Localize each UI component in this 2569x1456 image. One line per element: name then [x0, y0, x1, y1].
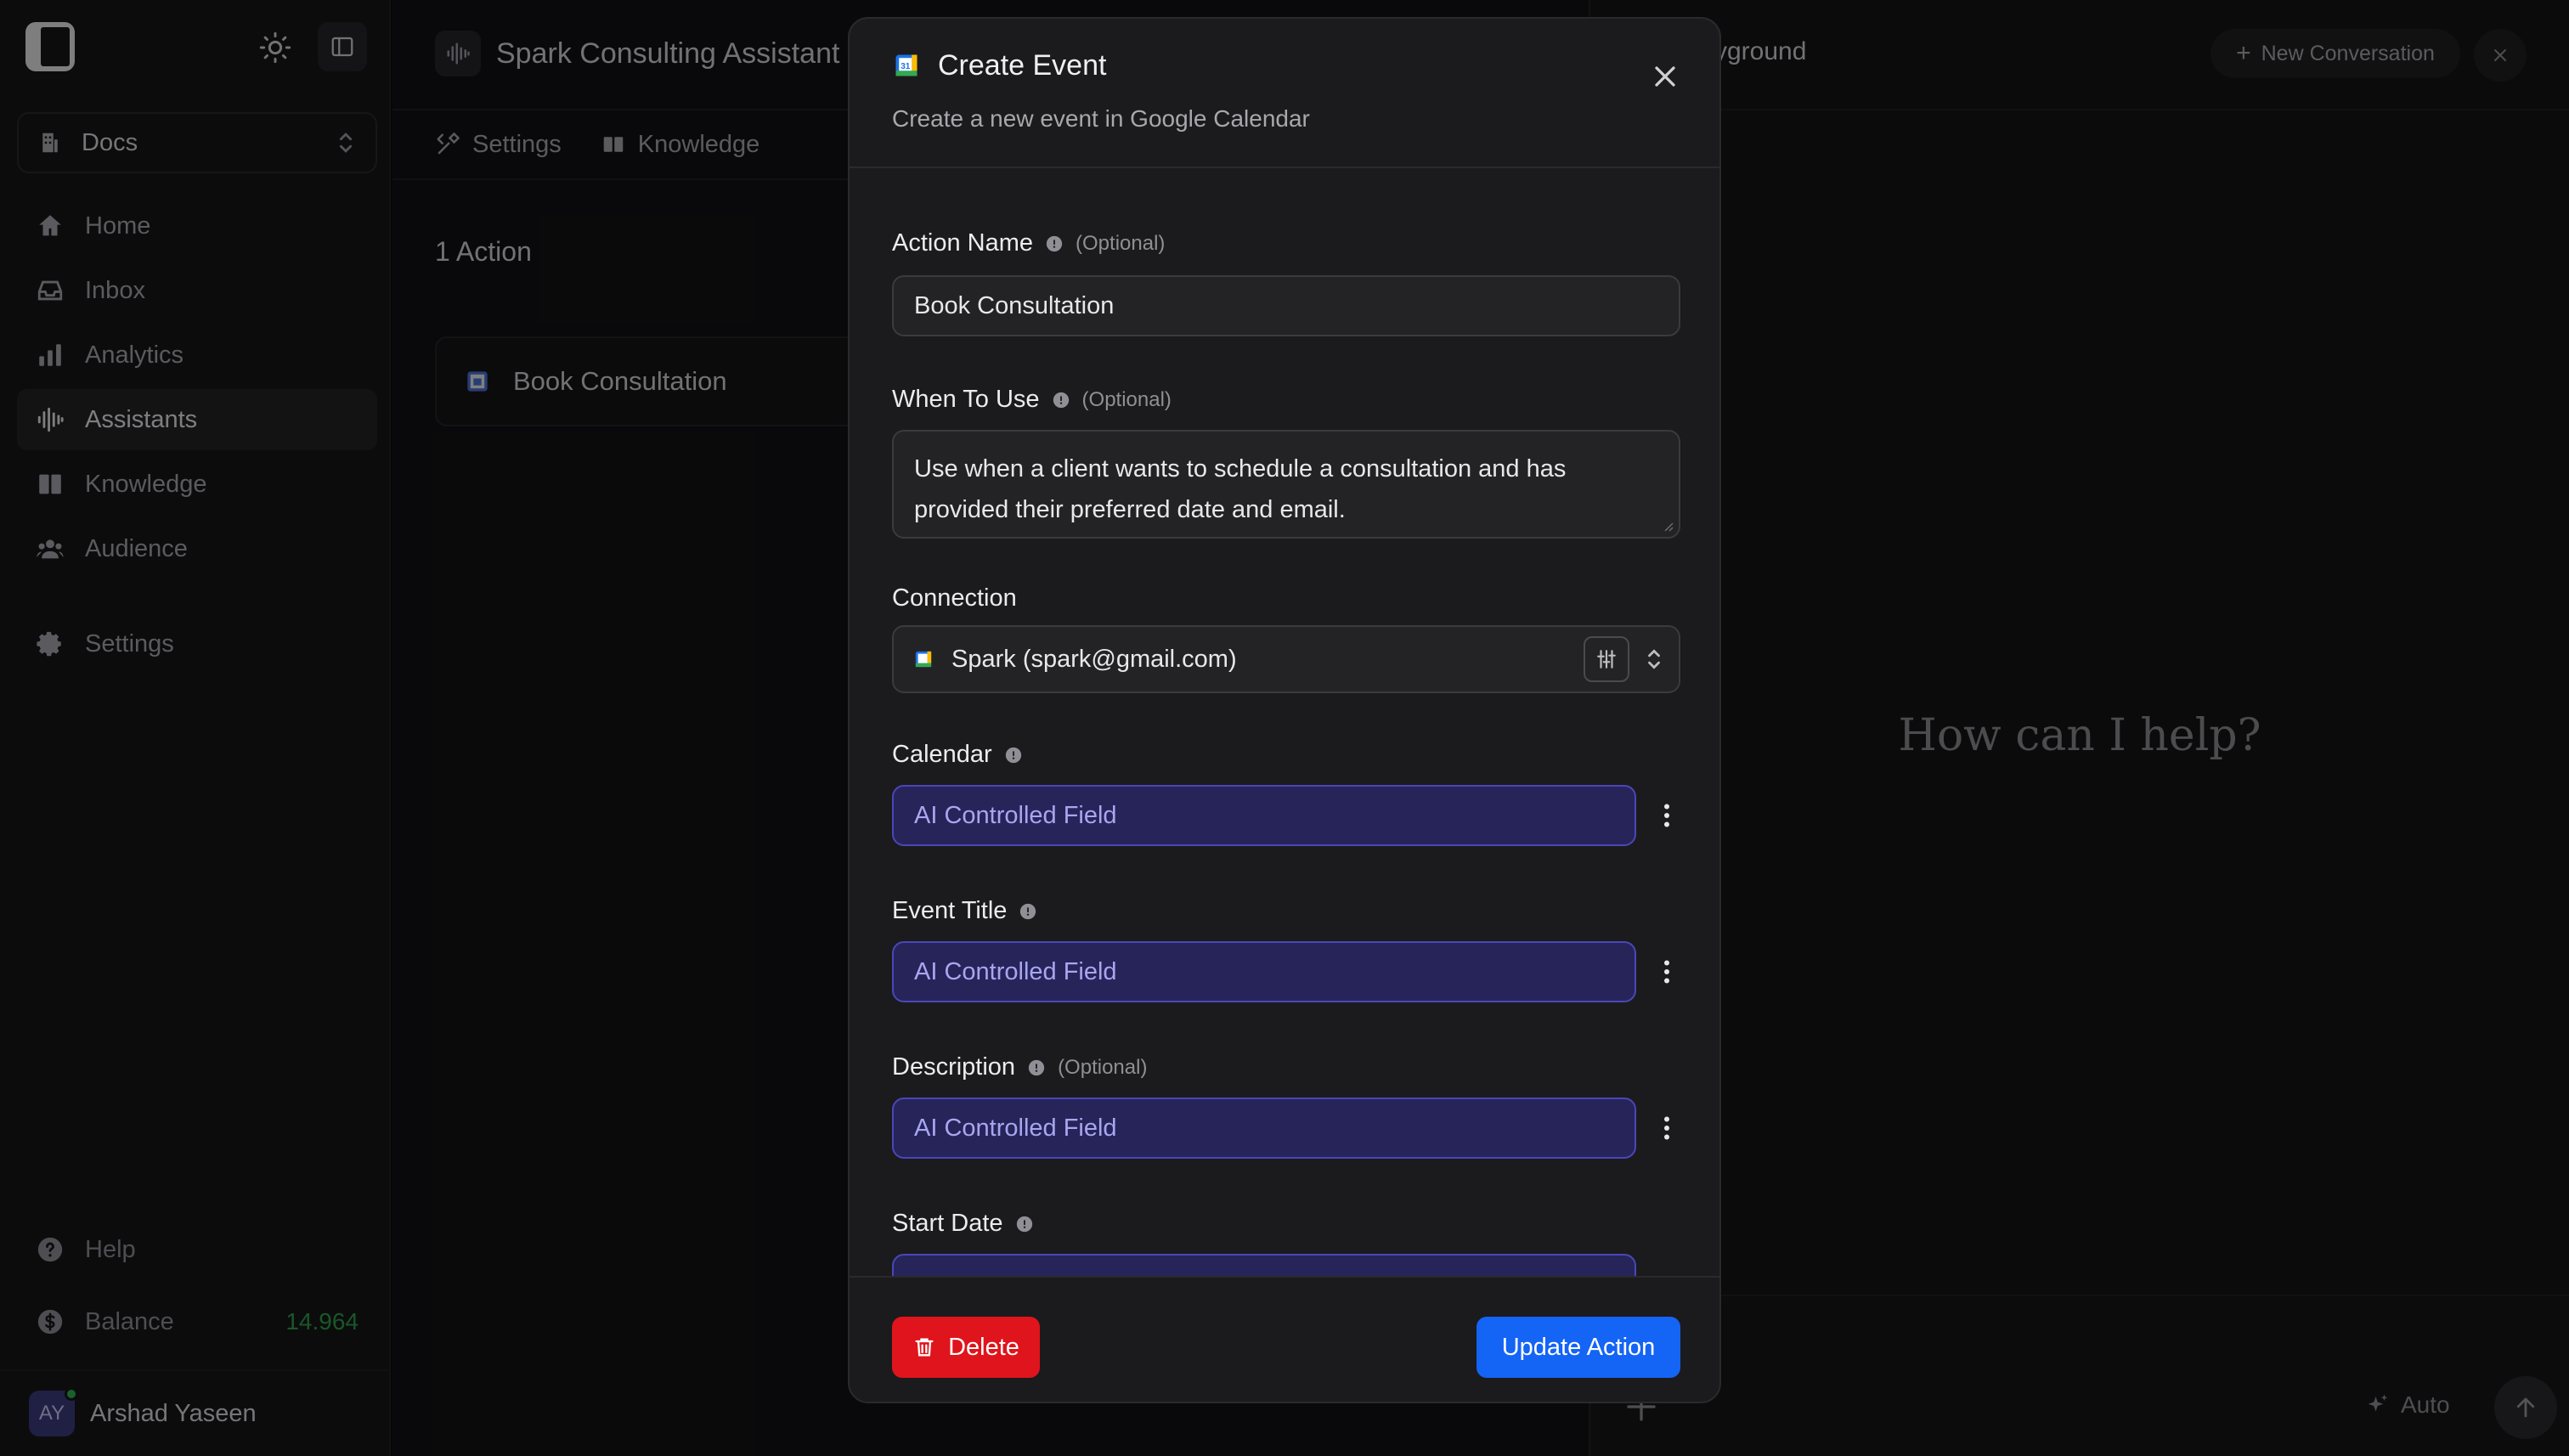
action-name-value: Book Consultation	[914, 291, 1115, 319]
event-title-ai-field[interactable]: AI Controlled Field	[892, 941, 1636, 1002]
optional-tag: (Optional)	[1081, 387, 1172, 411]
description-ai-field[interactable]: AI Controlled Field	[892, 1098, 1636, 1159]
connection-select[interactable]: Spark (spark@gmail.com)	[892, 625, 1680, 693]
when-to-use-label: When To Use (Optional)	[892, 386, 1172, 414]
google-calendar-icon	[915, 651, 932, 668]
info-icon[interactable]	[1015, 1215, 1034, 1233]
dialog-form: Action Name (Optional) Book Consultation…	[850, 170, 1719, 1276]
svg-text:31: 31	[901, 62, 911, 71]
info-icon[interactable]	[1027, 1058, 1046, 1077]
optional-tag: (Optional)	[1076, 231, 1166, 255]
more-vertical-icon[interactable]	[1652, 957, 1682, 987]
connection-value: Spark (spark@gmail.com)	[951, 645, 1237, 673]
sliders-icon	[1597, 650, 1616, 669]
calendar-ai-field[interactable]: AI Controlled Field	[892, 785, 1636, 846]
trash-icon	[915, 1338, 934, 1357]
ai-field-value: AI Controlled Field	[914, 801, 1117, 829]
action-name-input[interactable]: Book Consultation	[892, 275, 1680, 336]
description-label: Description (Optional)	[892, 1053, 1147, 1081]
info-icon[interactable]	[1045, 234, 1064, 253]
google-calendar-icon: 31	[895, 54, 918, 76]
dialog-title: Create Event	[938, 49, 1107, 82]
dialog-header: 31 Create Event Create a new event in Go…	[850, 19, 1719, 168]
when-to-use-textarea[interactable]: Use when a client wants to schedule a co…	[892, 430, 1680, 539]
event-title-label: Event Title	[892, 897, 1037, 925]
field-label-text: Action Name	[892, 229, 1034, 257]
dialog-subtitle: Create a new event in Google Calendar	[892, 105, 1310, 132]
create-event-dialog: 31 Create Event Create a new event in Go…	[848, 17, 1721, 1403]
connection-label: Connection	[892, 584, 1017, 612]
delete-button[interactable]: Delete	[892, 1317, 1040, 1378]
field-label-text: Event Title	[892, 897, 1008, 924]
close-icon[interactable]	[1648, 59, 1682, 93]
field-label-text: Connection	[892, 584, 1017, 612]
more-vertical-icon[interactable]	[1652, 1113, 1682, 1143]
field-label-text: Calendar	[892, 741, 992, 768]
action-name-label: Action Name (Optional)	[892, 229, 1165, 257]
more-vertical-icon[interactable]	[1652, 800, 1682, 831]
field-label-text: When To Use	[892, 386, 1040, 413]
start-date-label: Start Date	[892, 1210, 1034, 1238]
dialog-footer: Delete Update Action	[850, 1276, 1719, 1402]
ai-field-value: AI Controlled Field	[914, 1114, 1117, 1142]
start-date-ai-field[interactable]	[892, 1254, 1636, 1276]
chevron-up-down-icon	[1648, 649, 1660, 669]
field-label-text: Description	[892, 1053, 1016, 1081]
when-to-use-value: Use when a client wants to schedule a co…	[914, 455, 1567, 523]
info-icon[interactable]	[1004, 746, 1023, 765]
calendar-label: Calendar	[892, 741, 1023, 769]
connection-settings-button[interactable]	[1584, 636, 1629, 682]
info-icon[interactable]	[1019, 902, 1037, 921]
resize-grip-icon[interactable]	[1662, 520, 1674, 532]
update-action-label: Update Action	[1501, 1333, 1656, 1361]
update-action-button[interactable]: Update Action	[1476, 1317, 1680, 1378]
delete-label: Delete	[948, 1333, 1019, 1361]
field-label-text: Start Date	[892, 1210, 1003, 1237]
info-icon[interactable]	[1052, 391, 1070, 409]
ai-field-value: AI Controlled Field	[914, 957, 1117, 985]
optional-tag: (Optional)	[1058, 1055, 1148, 1079]
